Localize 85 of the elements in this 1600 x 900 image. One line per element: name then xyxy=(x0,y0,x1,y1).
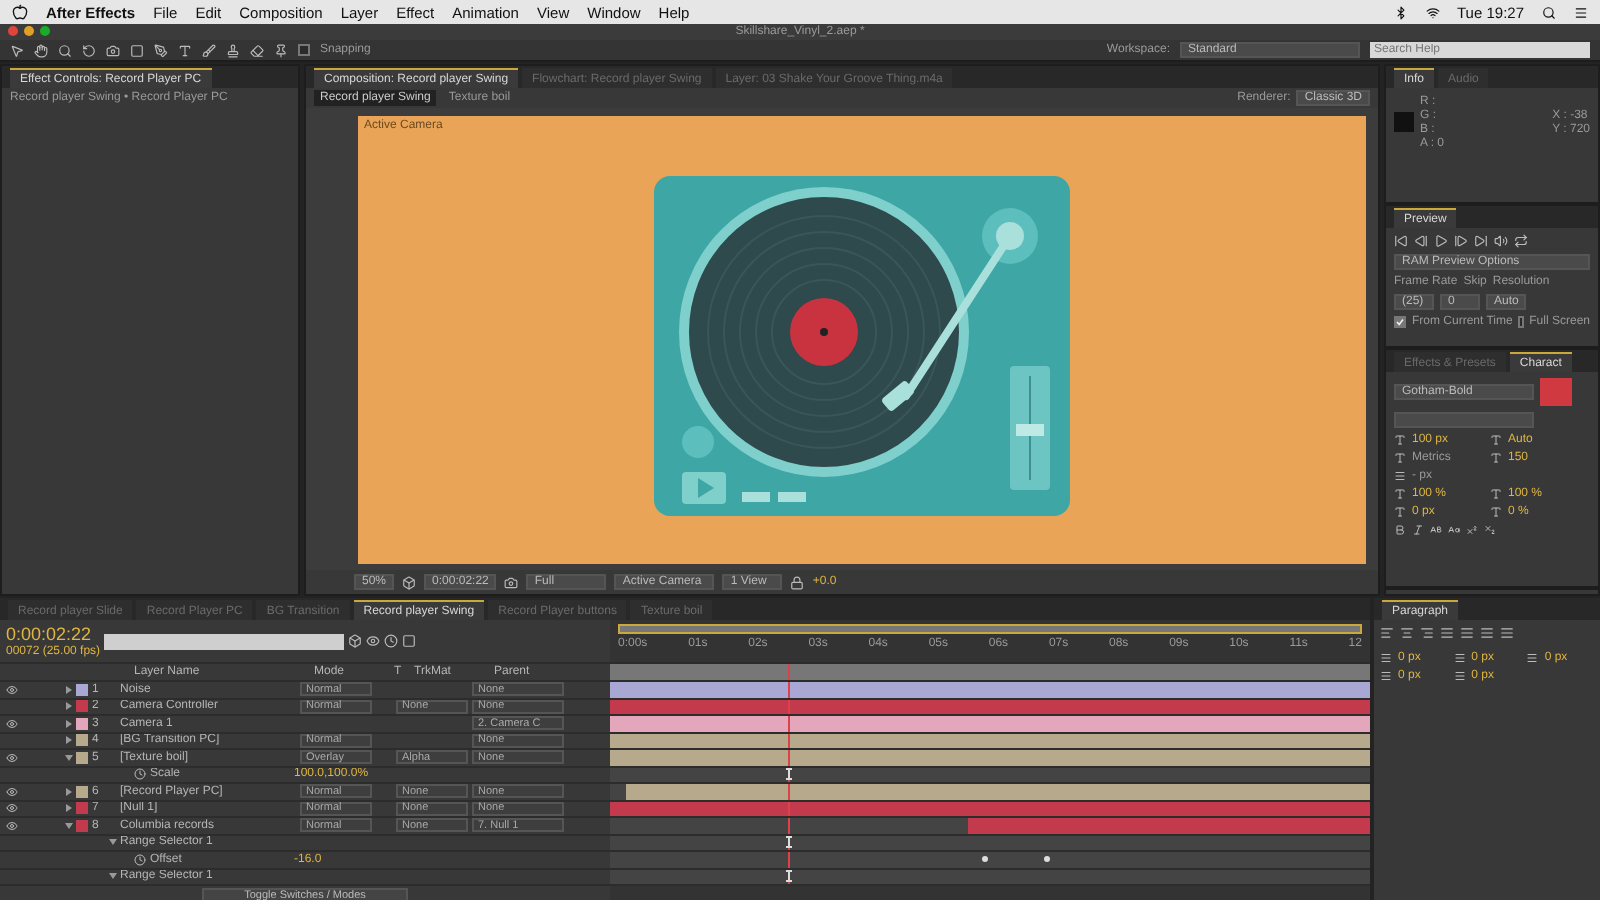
full-screen-checkbox[interactable] xyxy=(1518,316,1524,328)
play-icon[interactable] xyxy=(1434,234,1448,248)
bluetooth-icon[interactable] xyxy=(1393,5,1407,19)
layer-search-field[interactable] xyxy=(104,633,345,649)
vertical-scale-icon[interactable] xyxy=(1394,488,1406,500)
current-timecode[interactable]: 0:00:02:22 xyxy=(6,624,92,644)
color-swatch xyxy=(1394,112,1414,132)
minimize-button[interactable] xyxy=(24,26,34,36)
indent-icon[interactable] xyxy=(1453,670,1466,682)
italic-icon[interactable] xyxy=(1412,524,1424,536)
stopwatch-icon[interactable] xyxy=(134,853,146,866)
lock-icon[interactable] xyxy=(790,575,805,589)
label-color[interactable] xyxy=(76,802,88,815)
label-color[interactable] xyxy=(76,785,88,798)
search-icon[interactable] xyxy=(1542,5,1556,19)
label-color[interactable] xyxy=(76,717,88,730)
eye-icon[interactable] xyxy=(6,819,18,832)
apple-logo-icon[interactable] xyxy=(12,4,28,20)
superscript-icon[interactable] xyxy=(1466,524,1478,536)
all-caps-icon[interactable] xyxy=(1430,524,1442,536)
loop-icon[interactable] xyxy=(1514,234,1528,248)
fill-color-swatch[interactable] xyxy=(1540,378,1572,406)
last-frame-icon[interactable] xyxy=(1474,234,1488,248)
next-frame-icon[interactable] xyxy=(1454,234,1468,248)
timeline-scrollbar[interactable] xyxy=(610,886,1370,900)
rectangle-icon[interactable] xyxy=(130,43,144,57)
zoom-button[interactable] xyxy=(40,26,50,36)
pin-icon[interactable] xyxy=(274,43,288,57)
align-left-icon[interactable] xyxy=(1380,626,1394,640)
eye-icon[interactable] xyxy=(6,802,18,815)
previous-frame-icon[interactable] xyxy=(1414,234,1428,248)
subscript-icon[interactable] xyxy=(1484,524,1496,536)
from-current-checkbox[interactable] xyxy=(1394,316,1406,328)
stamp-icon[interactable] xyxy=(226,43,240,57)
align-right-icon[interactable] xyxy=(1420,626,1434,640)
wifi-icon[interactable] xyxy=(1425,5,1439,19)
stopwatch-icon[interactable] xyxy=(134,768,146,781)
label-color[interactable] xyxy=(76,751,88,764)
snapping-checkbox[interactable] xyxy=(298,44,310,56)
type-icon[interactable] xyxy=(178,43,192,57)
justify-icon[interactable] xyxy=(1460,626,1474,640)
rotate-icon[interactable] xyxy=(82,43,96,57)
indent-icon[interactable] xyxy=(1526,652,1539,664)
time-marker xyxy=(786,836,793,849)
font-size-icon[interactable] xyxy=(1394,434,1406,446)
justify-icon[interactable] xyxy=(1440,626,1454,640)
label-color[interactable] xyxy=(76,683,88,696)
small-caps-icon[interactable] xyxy=(1448,524,1460,536)
pointer-icon[interactable] xyxy=(10,43,24,57)
pen-icon[interactable] xyxy=(154,43,168,57)
keyframe-marker[interactable] xyxy=(1043,856,1050,863)
close-button[interactable] xyxy=(8,26,18,36)
audio-icon[interactable] xyxy=(1494,234,1508,248)
kerning-icon[interactable] xyxy=(1394,452,1406,464)
indent-icon[interactable] xyxy=(1380,652,1392,664)
eye-icon[interactable] xyxy=(6,785,18,798)
camera-icon[interactable] xyxy=(106,43,120,57)
hand-icon[interactable] xyxy=(34,43,48,57)
tracking-icon[interactable] xyxy=(1490,452,1502,464)
bold-icon[interactable] xyxy=(1394,524,1406,536)
justify-icon[interactable] xyxy=(1500,626,1514,640)
justify-icon[interactable] xyxy=(1480,626,1494,640)
time-marker xyxy=(786,768,793,781)
label-color[interactable] xyxy=(76,700,88,713)
brush-icon[interactable] xyxy=(202,43,216,57)
zoom-icon[interactable] xyxy=(58,43,72,57)
menu-icon[interactable] xyxy=(1574,5,1588,19)
horizontal-scale-icon[interactable] xyxy=(1490,488,1502,500)
time-marker xyxy=(786,870,793,883)
snapshot-icon[interactable] xyxy=(504,575,519,589)
label-color[interactable] xyxy=(76,819,88,832)
tsume-icon[interactable] xyxy=(1490,506,1502,518)
eye-icon[interactable] xyxy=(6,751,18,764)
eye-icon[interactable] xyxy=(6,717,18,730)
leading-icon[interactable] xyxy=(1490,434,1502,446)
eraser-icon[interactable] xyxy=(250,43,264,57)
eye-icon[interactable] xyxy=(6,683,18,696)
stroke-icon[interactable] xyxy=(1394,470,1406,482)
indent-icon[interactable] xyxy=(1380,670,1392,682)
baseline-icon[interactable] xyxy=(1394,506,1406,518)
indent-icon[interactable] xyxy=(1453,652,1466,664)
align-center-icon[interactable] xyxy=(1400,626,1414,640)
keyframe-marker[interactable] xyxy=(982,856,989,863)
first-frame-icon[interactable] xyxy=(1394,234,1408,248)
label-color[interactable] xyxy=(76,734,88,747)
